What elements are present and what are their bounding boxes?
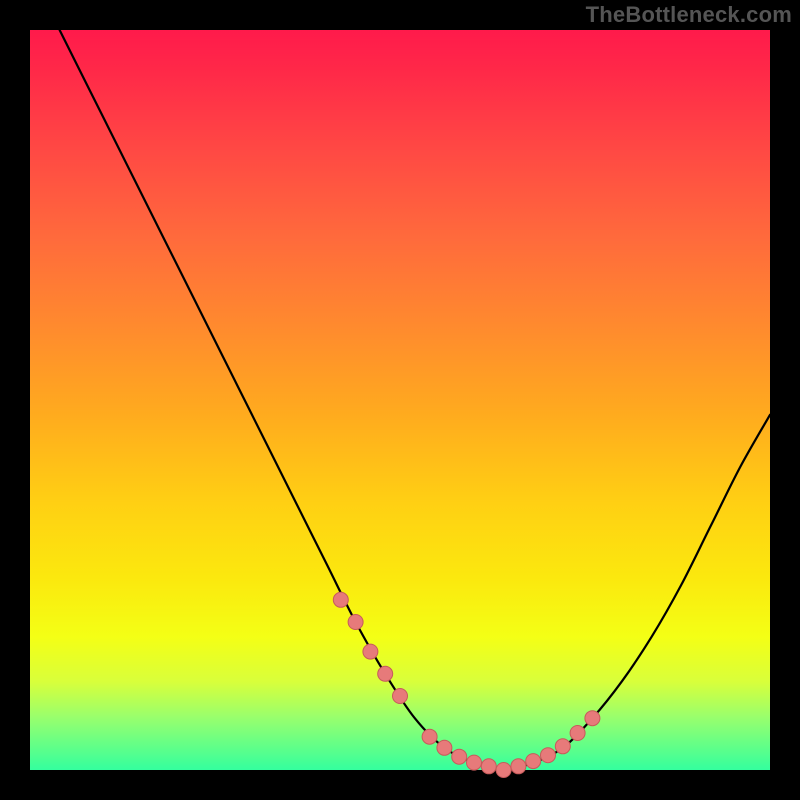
marker-point xyxy=(570,726,585,741)
marker-point xyxy=(541,748,556,763)
marker-point xyxy=(422,729,437,744)
curve-layer xyxy=(30,30,770,770)
marker-point xyxy=(363,644,378,659)
marker-point xyxy=(437,740,452,755)
marker-point xyxy=(452,749,467,764)
marker-point xyxy=(481,759,496,774)
marker-point xyxy=(467,755,482,770)
marker-point xyxy=(585,711,600,726)
marker-point xyxy=(378,666,393,681)
bottleneck-curve xyxy=(60,30,770,770)
marker-point xyxy=(348,615,363,630)
marker-point xyxy=(555,739,570,754)
marker-point xyxy=(496,763,511,778)
marker-point xyxy=(393,689,408,704)
watermark-text: TheBottleneck.com xyxy=(586,2,792,28)
chart-frame: TheBottleneck.com xyxy=(0,0,800,800)
marker-point xyxy=(526,754,541,769)
plot-area xyxy=(30,30,770,770)
marker-point xyxy=(333,592,348,607)
marker-point xyxy=(511,759,526,774)
highlighted-points xyxy=(333,592,600,777)
